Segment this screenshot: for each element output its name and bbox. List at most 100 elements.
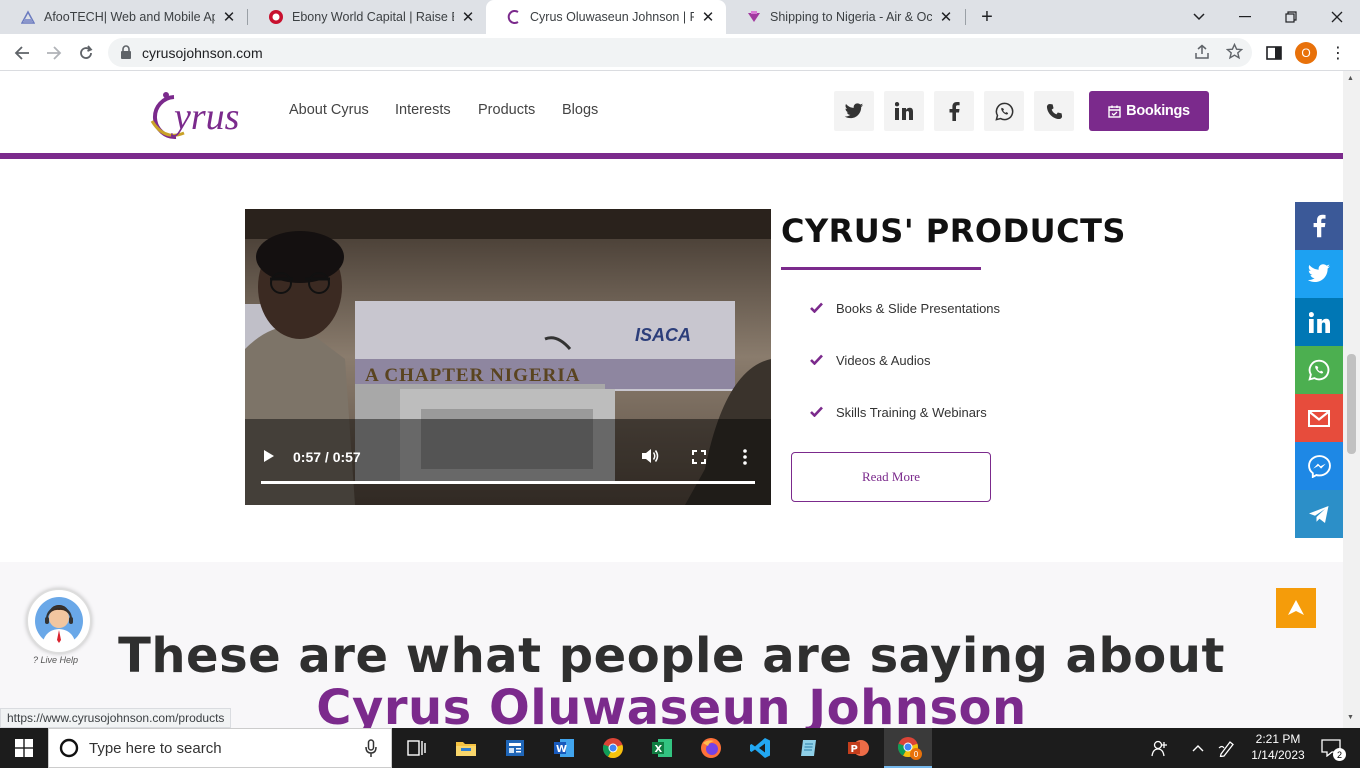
profile-avatar[interactable]: O <box>1295 42 1317 64</box>
fullscreen-icon[interactable] <box>692 450 706 469</box>
share-facebook-button[interactable] <box>1295 202 1343 250</box>
support-agent-icon <box>35 597 83 646</box>
close-tab-icon[interactable]: ✕ <box>460 8 476 26</box>
share-linkedin-button[interactable] <box>1295 298 1343 346</box>
minimize-icon[interactable] <box>1222 0 1268 34</box>
close-tab-icon[interactable]: ✕ <box>700 8 716 26</box>
page-scrollbar[interactable]: ▲ ▼ <box>1343 71 1360 728</box>
address-bar[interactable]: cyrusojohnson.com <box>108 38 1252 67</box>
browser-toolbar: cyrusojohnson.com O ⋮ <box>0 34 1360 71</box>
check-icon <box>810 301 828 316</box>
header-divider <box>0 153 1343 159</box>
video-more-options-icon[interactable] <box>743 449 747 470</box>
twitter-icon <box>844 102 864 118</box>
svg-text:P: P <box>851 744 858 755</box>
svg-text:W: W <box>556 744 567 755</box>
share-gmail-button[interactable] <box>1295 394 1343 442</box>
nav-blogs[interactable]: Blogs <box>562 102 598 118</box>
whatsapp-icon <box>994 102 1013 121</box>
volume-icon[interactable] <box>641 448 659 469</box>
twitter-icon <box>1307 264 1330 282</box>
video-player[interactable]: ISACA A CHAPTER NIGERIA 0:57 / 0:57 <box>245 209 771 505</box>
bookings-button[interactable]: Bookings <box>1089 91 1209 131</box>
notepad-app-icon[interactable] <box>785 728 833 768</box>
taskbar-search-box[interactable]: Type here to search <box>48 728 392 768</box>
nav-about-cyrus[interactable]: About Cyrus <box>289 102 369 118</box>
file-explorer-icon[interactable] <box>442 728 490 768</box>
firefox-icon[interactable] <box>687 728 735 768</box>
scroll-to-top-button[interactable] <box>1276 588 1316 628</box>
read-more-button[interactable]: Read More <box>791 452 991 502</box>
linkedin-icon <box>1308 311 1330 333</box>
play-icon[interactable] <box>263 449 275 468</box>
close-tab-icon[interactable]: ✕ <box>221 8 237 26</box>
google-chrome-icon[interactable] <box>589 728 637 768</box>
afootech-favicon-icon <box>20 9 36 25</box>
products-title: CYRUS' PRODUCTS <box>781 212 1126 250</box>
lock-icon[interactable] <box>120 45 132 64</box>
notification-count-badge: 2 <box>1333 748 1346 761</box>
chrome-profile-badge: 0 <box>910 748 922 760</box>
shipping-favicon-icon <box>746 9 762 25</box>
microsoft-powerpoint-icon[interactable]: P <box>834 728 882 768</box>
tab-search-chevron-icon[interactable] <box>1176 0 1222 34</box>
ebony-favicon-icon <box>268 9 284 25</box>
microphone-icon[interactable] <box>365 739 377 763</box>
reload-icon[interactable] <box>70 34 102 71</box>
windows-start-icon[interactable] <box>0 728 48 768</box>
close-tab-icon[interactable]: ✕ <box>938 8 954 26</box>
cyrus-logo[interactable]: yrus <box>144 89 256 145</box>
share-twitter-button[interactable] <box>1295 250 1343 298</box>
tab-afootech[interactable]: AfooTECH| Web and Mobile App ✕ <box>0 0 247 34</box>
facebook-icon <box>949 101 960 121</box>
products-title-underline <box>781 267 981 270</box>
tab-cyrus[interactable]: Cyrus Oluwaseun Johnson | Perso ✕ <box>486 0 726 34</box>
share-whatsapp-button[interactable] <box>1295 346 1343 394</box>
share-telegram-button[interactable] <box>1295 490 1343 538</box>
browser-menu-icon[interactable]: ⋮ <box>1322 34 1354 71</box>
back-arrow-icon[interactable] <box>6 34 38 71</box>
vscode-icon[interactable] <box>736 728 784 768</box>
header-facebook-button[interactable] <box>934 91 974 131</box>
telegram-icon <box>1309 505 1329 523</box>
header-linkedin-button[interactable] <box>884 91 924 131</box>
product-list-item: Videos & Audios <box>810 353 930 368</box>
people-icon[interactable] <box>1140 728 1180 768</box>
scrollbar-thumb[interactable] <box>1347 354 1356 454</box>
scroll-up-arrow-icon[interactable]: ▲ <box>1347 75 1354 82</box>
nav-products[interactable]: Products <box>478 102 535 118</box>
messenger-icon <box>1307 454 1331 478</box>
chrome-active-taskbar-icon[interactable]: 0 <box>884 728 932 768</box>
product-list-item: Skills Training & Webinars <box>810 405 987 420</box>
task-view-icon[interactable] <box>393 728 441 768</box>
header-twitter-button[interactable] <box>834 91 874 131</box>
tab-ebony-world[interactable]: Ebony World Capital | Raise Busin ✕ <box>248 0 486 34</box>
forward-arrow-icon[interactable] <box>38 34 70 71</box>
microsoft-excel-icon[interactable]: X <box>638 728 686 768</box>
restore-icon[interactable] <box>1268 0 1314 34</box>
url-text[interactable]: cyrusojohnson.com <box>142 45 263 61</box>
side-panel-icon[interactable] <box>1258 34 1290 71</box>
share-page-icon[interactable] <box>1194 44 1210 65</box>
nav-interests[interactable]: Interests <box>395 102 451 118</box>
new-tab-plus-icon[interactable]: + <box>964 0 1010 34</box>
tab-shipping[interactable]: Shipping to Nigeria - Air & Ocea ✕ <box>726 0 964 34</box>
taskbar-clock[interactable]: 2:21 PM 1/14/2023 <box>1238 731 1318 763</box>
cortana-circle-icon <box>59 738 79 763</box>
bookmark-star-icon[interactable] <box>1225 42 1244 65</box>
scroll-down-arrow-icon[interactable]: ▼ <box>1347 714 1354 721</box>
news-app-icon[interactable] <box>491 728 539 768</box>
site-header: yrus About Cyrus Interests Products Blog… <box>0 71 1343 153</box>
notification-center-icon[interactable]: 2 <box>1316 728 1346 768</box>
close-window-icon[interactable] <box>1314 0 1360 34</box>
check-icon <box>810 405 828 420</box>
video-progress-bar[interactable] <box>261 481 755 484</box>
live-help-button[interactable] <box>26 588 92 654</box>
share-messenger-button[interactable] <box>1295 442 1343 490</box>
gmail-icon <box>1308 409 1330 427</box>
microsoft-word-icon[interactable]: W <box>540 728 588 768</box>
browser-tab-strip: AfooTECH| Web and Mobile App ✕ Ebony Wor… <box>0 0 1360 34</box>
arrow-up-icon <box>1288 600 1304 615</box>
header-whatsapp-button[interactable] <box>984 91 1024 131</box>
header-phone-button[interactable] <box>1034 91 1074 131</box>
